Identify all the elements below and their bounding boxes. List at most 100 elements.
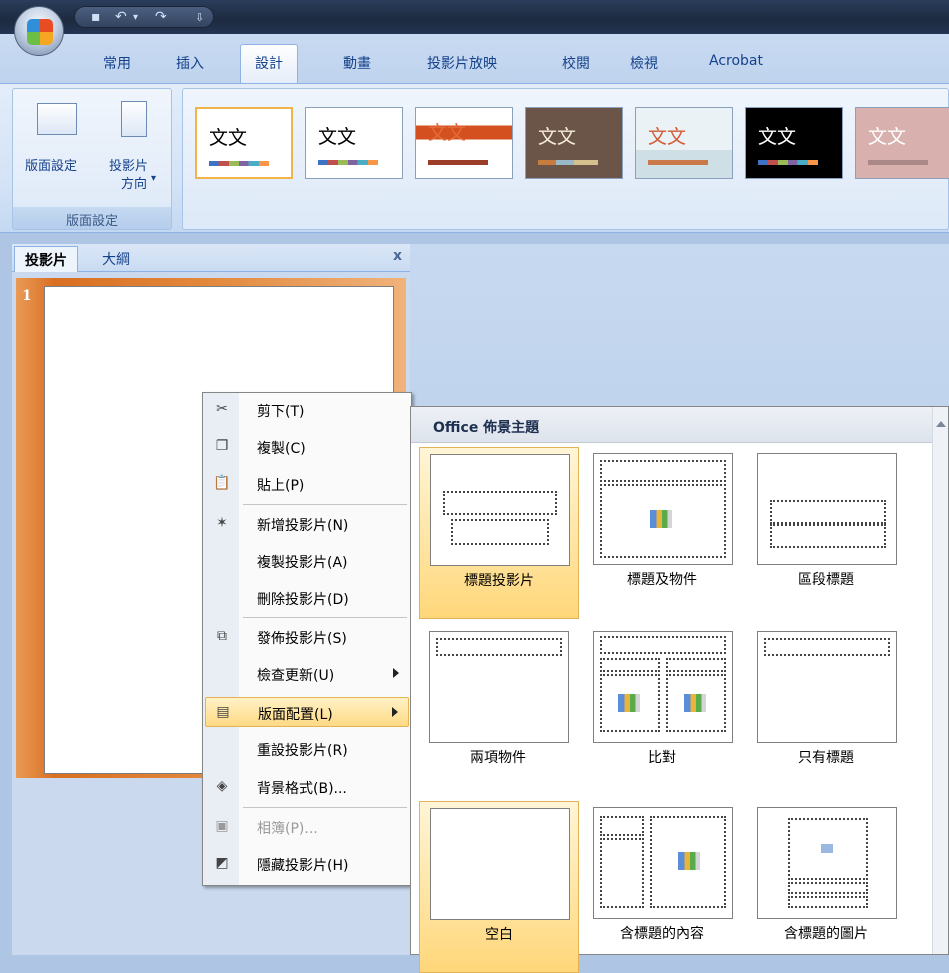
layout-content-with-caption[interactable]: 含標題的內容: [583, 801, 743, 973]
menu-item-layout[interactable]: ▤ 版面配置(L): [205, 697, 409, 727]
new-slide-icon: ✶: [216, 515, 228, 531]
office-logo-icon: [27, 19, 53, 45]
themes-gallery: 文文 文文 文文 文文 文文 文文 文文: [182, 88, 949, 230]
layout-caption: 標題及物件: [627, 572, 697, 588]
photo-album-icon: ▣: [215, 818, 229, 834]
menu-item-copy[interactable]: ❐ 複製(C): [205, 432, 409, 462]
layout-gallery: Office 佈景主題 標題投影片 標題及物件 區段標題 兩項物件 比對 只有標…: [410, 406, 949, 973]
slide-orientation-button[interactable]: 投影片: [109, 155, 148, 174]
hide-slide-icon: ◩: [215, 855, 229, 871]
layout-two-content[interactable]: 兩項物件: [419, 625, 579, 797]
page-setup-icon[interactable]: [37, 103, 77, 135]
slide-orientation-icon[interactable]: [121, 101, 147, 137]
menu-item-new-slide[interactable]: ✶ 新增投影片(N): [205, 509, 409, 539]
tab-slides[interactable]: 投影片: [14, 246, 78, 272]
theme-preview-text: 文文: [868, 126, 907, 148]
customize-toolbar-icon[interactable]: ⇩: [195, 11, 204, 24]
menu-item-check-updates[interactable]: 檢查更新(U): [205, 659, 409, 689]
menu-item-label: 複製投影片(A): [257, 555, 348, 571]
tab-view[interactable]: 檢視: [630, 53, 658, 73]
layout-icon: ▤: [216, 704, 230, 720]
tab-animations[interactable]: 動畫: [343, 53, 371, 73]
page-setup-group-label: 版面設定: [13, 207, 171, 229]
tab-home[interactable]: 常用: [103, 53, 131, 73]
tab-review[interactable]: 校閱: [562, 53, 590, 73]
layout-title-and-content[interactable]: 標題及物件: [583, 447, 743, 619]
content-placeholder-icon: [684, 694, 706, 712]
menu-item-paste[interactable]: 📋 貼上(P): [205, 469, 409, 499]
menu-item-label: 刪除投影片(D): [257, 592, 349, 608]
theme-4[interactable]: 文文: [525, 107, 623, 179]
theme-3[interactable]: 文文: [415, 107, 513, 179]
theme-6[interactable]: 文文: [745, 107, 843, 179]
menu-item-label: 隱藏投影片(H): [257, 858, 349, 874]
layout-preview: [429, 631, 569, 743]
layout-title-slide[interactable]: 標題投影片: [419, 447, 579, 619]
tab-insert[interactable]: 插入: [176, 53, 204, 73]
redo-icon[interactable]: ↷: [155, 9, 167, 25]
menu-item-label: 背景格式(B)...: [257, 781, 347, 797]
undo-icon[interactable]: ↶: [115, 9, 127, 25]
layout-preview: [593, 807, 733, 919]
menu-item-label: 發佈投影片(S): [257, 631, 347, 647]
layout-caption: 空白: [485, 927, 513, 943]
menu-item-duplicate-slide[interactable]: 複製投影片(A): [205, 546, 409, 576]
menu-item-format-background[interactable]: ◈ 背景格式(B)...: [205, 772, 409, 802]
layout-picture-with-caption[interactable]: 含標題的圖片: [747, 801, 907, 973]
layout-blank[interactable]: 空白: [419, 801, 579, 973]
menu-item-photo-album: ▣ 相簿(P)...: [205, 812, 409, 842]
theme-7[interactable]: 文文: [855, 107, 949, 179]
paste-icon: 📋: [213, 475, 231, 491]
theme-office[interactable]: 文文: [195, 107, 293, 179]
theme-preview-text: 文文: [758, 126, 797, 148]
layout-preview: [430, 454, 570, 566]
background-format-icon: ◈: [216, 778, 228, 794]
menu-item-reset-slide[interactable]: 重設投影片(R): [205, 734, 409, 764]
layout-preview: [757, 631, 897, 743]
theme-preview-text: 文文: [648, 126, 687, 148]
publish-slides-icon: ⧉: [217, 628, 227, 644]
gallery-scrollbar[interactable]: [932, 407, 948, 954]
office-button[interactable]: [14, 6, 64, 56]
page-setup-button[interactable]: 版面設定: [25, 155, 77, 174]
pane-tabs: 投影片 大綱 x: [12, 244, 410, 272]
submenu-arrow-icon: [392, 707, 398, 717]
tab-slide-show[interactable]: 投影片放映: [427, 53, 497, 73]
menu-item-delete-slide[interactable]: 刪除投影片(D): [205, 583, 409, 613]
menu-item-publish-slides[interactable]: ⧉ 發佈投影片(S): [205, 622, 409, 652]
close-icon[interactable]: x: [393, 248, 402, 264]
layout-preview: [757, 807, 897, 919]
slide-orientation-label-2: 方向: [121, 177, 148, 192]
menu-item-label: 重設投影片(R): [257, 743, 348, 759]
layout-preview: [757, 453, 897, 565]
menu-item-hide-slide[interactable]: ◩ 隱藏投影片(H): [205, 849, 409, 879]
menu-item-label: 相簿(P)...: [257, 821, 318, 837]
layout-title-only[interactable]: 只有標題: [747, 625, 907, 797]
save-icon[interactable]: ▪: [91, 9, 101, 25]
scissors-icon: ✂: [216, 401, 228, 417]
tab-outline[interactable]: 大綱: [92, 246, 140, 272]
theme-2[interactable]: 文文: [305, 107, 403, 179]
layout-comparison[interactable]: 比對: [583, 625, 743, 797]
menu-item-label: 貼上(P): [257, 478, 305, 494]
menu-item-label: 版面配置(L): [258, 707, 333, 723]
title-bar: ▪ ↶ ▾ ↷ ⇩: [0, 0, 949, 34]
menu-separator: [243, 807, 407, 808]
slide-number: 1: [22, 288, 32, 304]
layout-section-header[interactable]: 區段標題: [747, 447, 907, 619]
theme-5[interactable]: 文文: [635, 107, 733, 179]
layout-caption: 區段標題: [798, 572, 854, 588]
scroll-up-icon[interactable]: [936, 421, 946, 427]
menu-separator: [243, 617, 407, 618]
ribbon: 版面設定 投影片 方向 ▾ 版面設定 文文 文文 文文 文文 文文 文文 文文: [0, 83, 949, 233]
undo-dropdown-icon[interactable]: ▾: [133, 12, 138, 23]
tab-acrobat[interactable]: Acrobat: [709, 53, 763, 69]
tab-design[interactable]: 設計: [240, 44, 298, 86]
layout-caption: 比對: [648, 750, 676, 766]
theme-preview-text: 文文: [428, 122, 467, 144]
menu-item-label: 檢查更新(U): [257, 668, 335, 684]
layout-caption: 兩項物件: [470, 750, 526, 766]
content-placeholder-icon: [618, 694, 640, 712]
page-setup-group: 版面設定 投影片 方向 ▾ 版面設定: [12, 88, 172, 230]
menu-item-cut[interactable]: ✂ 剪下(T): [205, 395, 409, 425]
